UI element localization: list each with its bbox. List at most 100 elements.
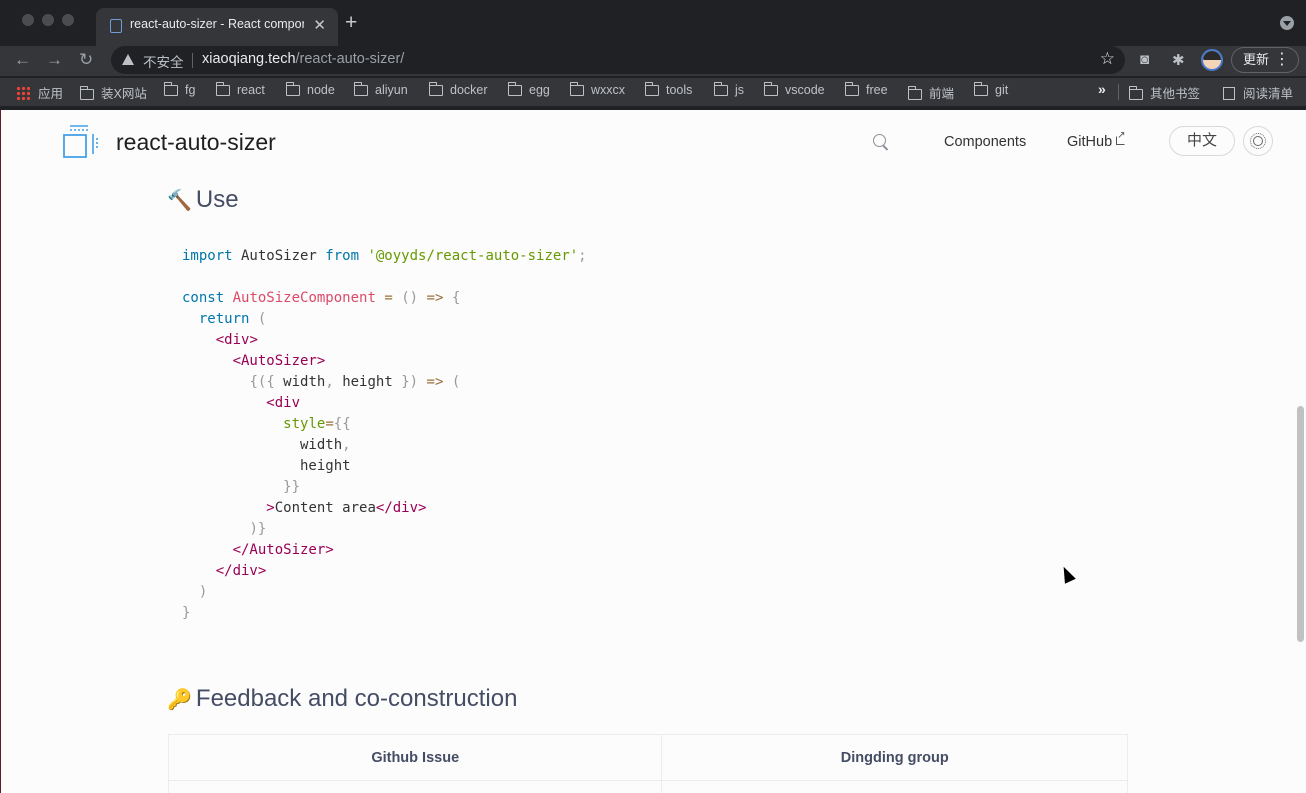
code-line: style={{ xyxy=(283,416,351,432)
folder-icon xyxy=(507,82,522,96)
code-line: }} xyxy=(283,479,301,495)
minimize-window-button[interactable] xyxy=(42,14,54,26)
forward-icon[interactable]: → xyxy=(46,48,63,72)
nav-components-link[interactable]: Components xyxy=(944,134,1026,150)
code-block: import AutoSizer from '@oyyds/react-auto… xyxy=(182,246,587,624)
bookmark-folder[interactable]: aliyun xyxy=(353,82,408,97)
camera-icon[interactable]: ◙ xyxy=(1140,51,1149,68)
star-icon[interactable]: ☆ xyxy=(1100,49,1115,69)
active-tab[interactable]: react-auto-sizer - React components ✕ xyxy=(96,8,338,46)
folder-icon xyxy=(215,82,230,96)
folder-icon xyxy=(569,82,584,96)
bookmark-label: 阅读清单 xyxy=(1243,87,1294,101)
more-bookmarks-button[interactable]: » xyxy=(1098,81,1106,97)
sun-icon xyxy=(1250,133,1266,149)
folder-icon xyxy=(713,82,728,96)
reload-icon[interactable]: ↻ xyxy=(79,48,93,72)
bookmark-folder[interactable]: 前端 xyxy=(907,83,955,102)
bookmark-label: react xyxy=(237,83,265,97)
folder-icon xyxy=(353,82,368,96)
bookmark-folder[interactable]: docker xyxy=(428,82,488,97)
close-window-button[interactable] xyxy=(22,14,34,26)
feedback-table: Github Issue Dingding group xyxy=(167,734,1128,793)
tab-search-icon[interactable] xyxy=(1280,16,1294,30)
folder-icon xyxy=(644,82,659,96)
nav-github-link[interactable]: GitHub xyxy=(1067,130,1126,150)
code-line: <AutoSizer> xyxy=(232,353,326,369)
bookmark-folder[interactable]: free xyxy=(844,82,888,97)
close-tab-icon[interactable]: ✕ xyxy=(313,16,326,34)
bookmark-label: node xyxy=(307,83,335,97)
feedback-heading-text: Feedback and co-construction xyxy=(195,685,518,712)
bookmark-folder[interactable]: fg xyxy=(163,82,196,97)
folder-icon xyxy=(1128,86,1143,100)
insecure-label[interactable]: 不安全 xyxy=(143,51,184,71)
use-heading: 🔨 Use xyxy=(167,186,239,214)
bookmark-label: tools xyxy=(666,83,693,97)
bookmark-folder[interactable]: egg xyxy=(507,82,550,97)
address-bar[interactable]: 不安全 xiaoqiang.tech/react-auto-sizer/ ☆ xyxy=(111,46,1125,74)
warning-icon[interactable] xyxy=(122,54,134,65)
code-line: const AutoSizeComponent = () => { xyxy=(182,290,461,306)
bookmark-folder[interactable]: git xyxy=(973,82,1009,97)
url-text[interactable]: xiaoqiang.tech/react-auto-sizer/ xyxy=(202,51,404,67)
site-logo-icon[interactable] xyxy=(61,124,99,160)
other-bookmarks[interactable]: 其他书签 xyxy=(1128,83,1201,102)
bookmarks-divider xyxy=(1118,84,1119,100)
bookmark-folder[interactable]: tools xyxy=(644,82,693,97)
bookmark-label: 装X网站 xyxy=(101,87,147,101)
theme-toggle-button[interactable] xyxy=(1243,126,1273,156)
code-line: </AutoSizer> xyxy=(232,542,334,558)
folder-icon xyxy=(79,86,94,100)
tab-strip: react-auto-sizer - React components ✕ + xyxy=(0,0,1306,46)
apps-grid-icon xyxy=(16,86,30,100)
bookmark-folder[interactable]: node xyxy=(285,82,335,97)
bookmark-folder[interactable]: wxxcx xyxy=(569,82,625,97)
bookmarks-bar: 应用 装X网站 fg react node aliyun docker egg … xyxy=(0,78,1306,106)
search-icon[interactable] xyxy=(873,134,886,147)
new-tab-button[interactable]: + xyxy=(345,11,357,35)
bookmark-folder[interactable]: vscode xyxy=(763,82,825,97)
avatar[interactable] xyxy=(1201,49,1223,71)
use-heading-text: Use xyxy=(195,186,239,213)
bookmark-label: aliyun xyxy=(375,83,408,97)
page-favicon-icon xyxy=(110,19,122,33)
nav-github-label: GitHub xyxy=(1067,134,1113,150)
bookmark-folder[interactable]: 装X网站 xyxy=(79,83,147,102)
bookmark-label: fg xyxy=(185,83,196,97)
code-line: <div> xyxy=(215,332,258,348)
folder-icon xyxy=(285,82,300,96)
site-title[interactable]: react-auto-sizer xyxy=(116,129,276,156)
back-icon[interactable]: ← xyxy=(14,48,31,72)
code-line: } xyxy=(182,605,191,621)
table-cell xyxy=(167,780,663,793)
bookmark-folder[interactable]: js xyxy=(713,82,744,97)
url-path: /react-auto-sizer/ xyxy=(295,51,405,67)
zoom-window-button[interactable] xyxy=(62,14,74,26)
browser-toolbar: ← → ↻ 不安全 xiaoqiang.tech/react-auto-size… xyxy=(0,46,1306,76)
bookmark-label: 应用 xyxy=(38,87,64,101)
page-scrollbar-thumb[interactable] xyxy=(1297,406,1304,642)
folder-icon xyxy=(428,82,443,96)
code-line: width, xyxy=(182,437,351,453)
bookmark-apps[interactable]: 应用 xyxy=(16,83,63,102)
bookmark-label: vscode xyxy=(785,83,825,97)
folder-icon xyxy=(973,82,988,96)
bookmark-label: 其他书签 xyxy=(1150,87,1201,101)
table-header-row: Github Issue Dingding group xyxy=(167,734,1128,781)
reading-list[interactable]: 阅读清单 xyxy=(1223,83,1293,102)
update-button[interactable]: 更新 xyxy=(1231,47,1299,73)
folder-icon xyxy=(844,82,859,96)
language-toggle-button[interactable]: 中文 xyxy=(1169,126,1235,156)
reading-list-icon xyxy=(1223,87,1235,100)
puzzle-icon[interactable]: ✱ xyxy=(1172,51,1185,69)
bookmark-folder[interactable]: react xyxy=(215,82,265,97)
code-line: height xyxy=(182,458,351,474)
code-line: {({ width, height }) => ( xyxy=(249,374,461,390)
code-line: import AutoSizer from '@oyyds/react-auto… xyxy=(182,248,587,264)
folder-icon xyxy=(163,82,178,96)
bookmark-label: git xyxy=(995,83,1009,97)
code-line: </div> xyxy=(215,563,267,579)
bookmark-label: 前端 xyxy=(929,87,955,101)
